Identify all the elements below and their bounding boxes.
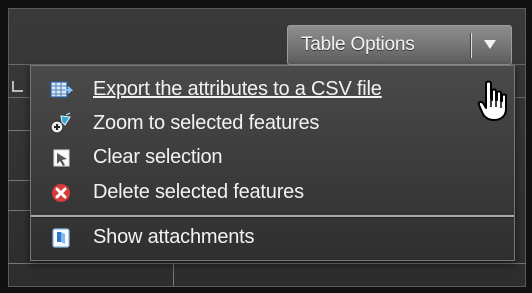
csv-export-icon	[50, 81, 73, 98]
menu-item-clear-selection[interactable]: Clear selection	[49, 141, 519, 175]
menu-item-zoom-selected[interactable]: Zoom to selected features	[49, 107, 519, 141]
menu-separator	[31, 215, 514, 217]
delete-icon	[52, 184, 70, 202]
grid-vertical-line	[173, 264, 174, 286]
split-button-divider	[471, 33, 472, 58]
menu-item-label: Clear selection	[93, 146, 223, 168]
menu-item-label: Export the attributes to a CSV file	[93, 78, 382, 100]
menu-item-label: Delete selected features	[93, 181, 304, 203]
grid-corner-mark	[12, 81, 23, 92]
menu-item-export-csv[interactable]: Export the attributes to a CSV file	[49, 73, 519, 107]
attachments-icon	[52, 228, 70, 248]
menu-item-delete-selected[interactable]: Delete selected features	[49, 176, 519, 210]
menu-item-show-attachments[interactable]: Show attachments	[49, 221, 519, 255]
dropdown-arrow-icon[interactable]	[484, 40, 496, 49]
grid-divider-left	[8, 130, 32, 131]
table-options-label: Table Options	[301, 34, 415, 55]
hand-cursor-icon	[477, 80, 507, 121]
grid-divider-bottom	[8, 263, 526, 264]
zoom-selection-icon	[50, 112, 71, 134]
grid-divider-left	[8, 210, 32, 211]
table-options-menu: Export the attributes to a CSV file Zoom…	[30, 65, 515, 261]
grid-divider-left	[8, 180, 32, 181]
menu-item-label: Zoom to selected features	[93, 112, 320, 134]
table-options-button[interactable]: Table Options	[287, 25, 512, 65]
clear-selection-icon	[53, 149, 70, 167]
screenshot-frame: Table Options Export the attributes to a…	[0, 0, 532, 293]
menu-item-label: Show attachments	[93, 226, 255, 248]
